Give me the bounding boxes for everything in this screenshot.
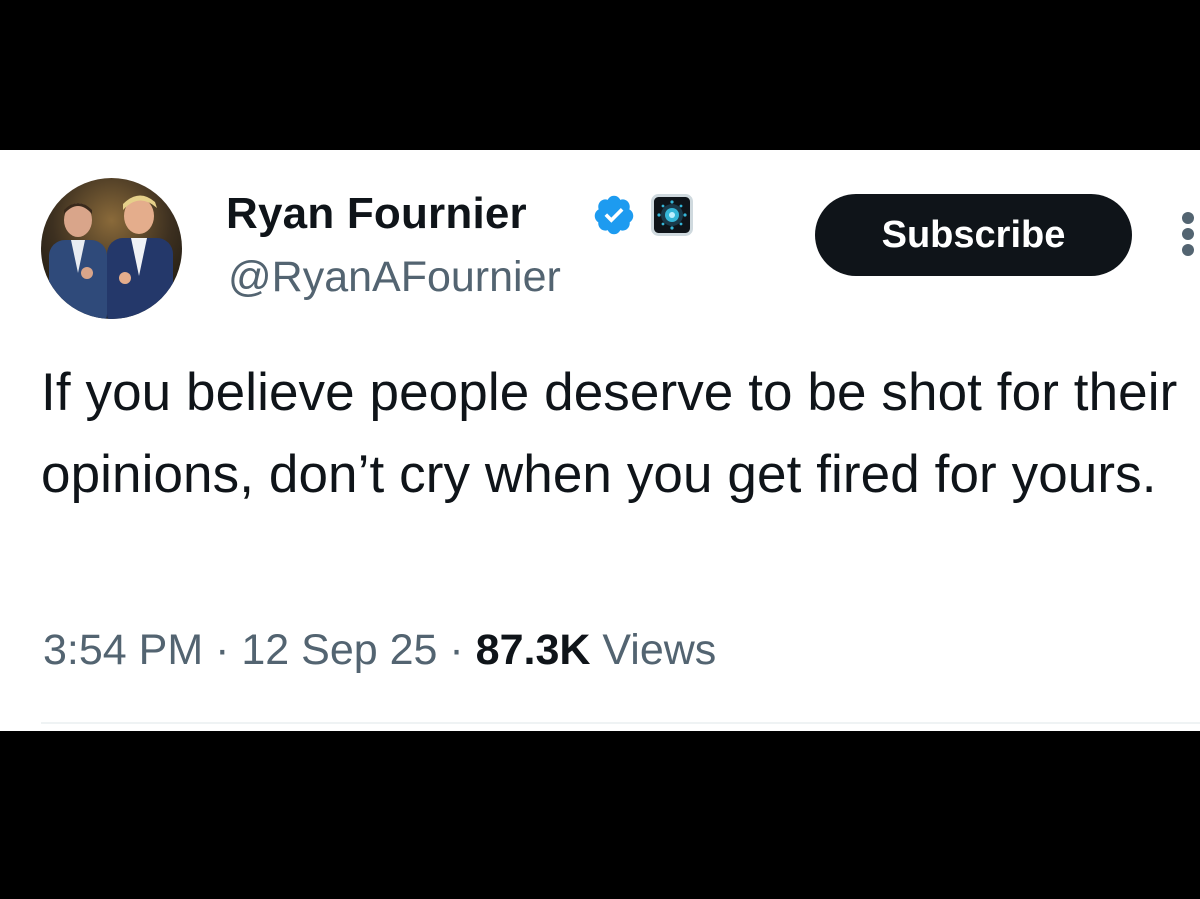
views-count[interactable]: 87.3K bbox=[476, 626, 591, 674]
user-handle[interactable]: @RyanAFournier bbox=[228, 252, 561, 302]
display-name[interactable]: Ryan Fournier bbox=[226, 189, 527, 239]
tweet-time[interactable]: 3:54 PM bbox=[43, 626, 203, 674]
more-options-icon[interactable] bbox=[1172, 204, 1200, 264]
views-label: Views bbox=[602, 626, 717, 674]
letterbox-top bbox=[0, 0, 1200, 150]
letterbox-bottom bbox=[0, 731, 1200, 899]
tweet-metadata: 3:54 PM · 12 Sep 25 · 87.3K Views bbox=[43, 620, 716, 680]
avatar[interactable] bbox=[41, 178, 182, 319]
tweet-date[interactable]: 12 Sep 25 bbox=[241, 626, 437, 674]
meta-separator: · bbox=[215, 626, 230, 674]
tweet-text: If you believe people deserve to be shot… bbox=[41, 363, 1178, 504]
meta-separator: · bbox=[449, 626, 464, 674]
affiliate-badge-icon[interactable] bbox=[651, 194, 693, 236]
divider bbox=[41, 722, 1200, 724]
avatar-photo bbox=[41, 178, 182, 319]
subscribe-button[interactable]: Subscribe bbox=[815, 194, 1132, 276]
verified-badge-icon[interactable] bbox=[592, 193, 636, 237]
